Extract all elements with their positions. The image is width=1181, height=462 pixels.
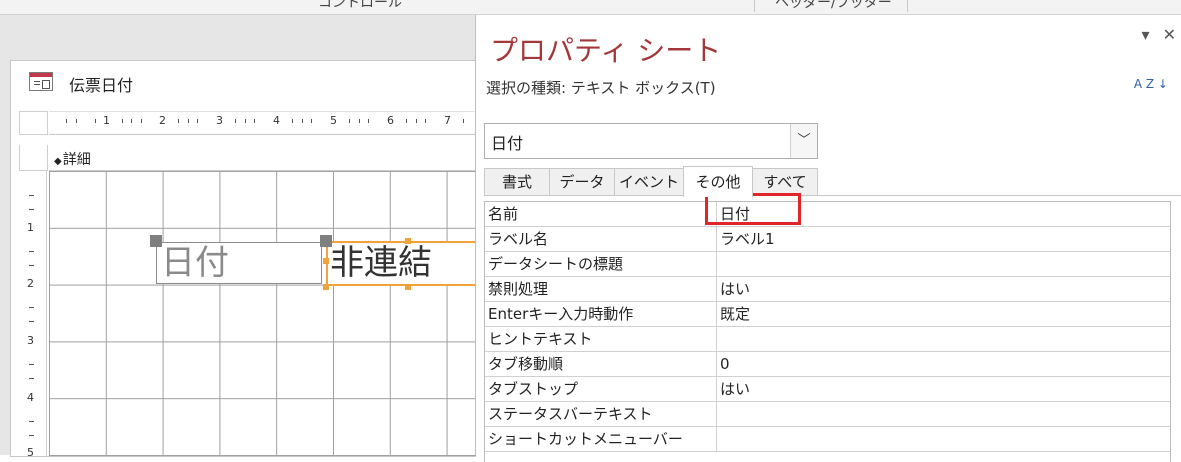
section-arrow-icon: ◆	[54, 156, 62, 167]
vertical-ruler[interactable]: 1 2 3 4 5	[19, 171, 47, 459]
tab-all[interactable]: すべて	[752, 168, 818, 196]
property-value[interactable]: ラベル1	[717, 227, 1170, 252]
detail-design-grid[interactable]	[49, 171, 476, 456]
property-row[interactable]: データシートの標題	[485, 252, 1170, 277]
tab-other[interactable]: その他	[683, 166, 753, 197]
ruler-number: 1	[27, 221, 34, 234]
detail-section-bar[interactable]: ◆詳細	[49, 145, 476, 171]
property-name: ショートカットメニューバー	[485, 427, 717, 452]
property-name: ラベル名	[485, 227, 717, 252]
label-control-selected[interactable]: 非連結	[326, 241, 492, 286]
property-value[interactable]	[717, 427, 1170, 452]
ribbon-separator	[754, 0, 755, 12]
move-handle[interactable]	[150, 235, 162, 247]
property-value[interactable]	[717, 252, 1170, 277]
form-title: 伝票日付	[69, 76, 134, 95]
property-sheet: プロパティ シート ▾ ✕ 選択の種類: テキスト ボックス(T) A Z ↓ …	[475, 15, 1181, 462]
property-name: ヒントテキスト	[485, 327, 717, 352]
property-row[interactable]: 名前 日付	[485, 202, 1170, 227]
ruler-number: 1	[103, 114, 110, 127]
form-titlebar: 伝票日付	[11, 61, 476, 103]
ribbon-group-controls: コントロール	[318, 0, 402, 11]
property-value[interactable]: 日付	[717, 202, 1170, 227]
close-icon[interactable]: ✕	[1163, 25, 1176, 44]
property-row[interactable]: タブ移動順 0	[485, 352, 1170, 377]
control-selector-combo[interactable]: 日付 ﹀	[484, 123, 818, 159]
ruler-number: 6	[387, 114, 394, 127]
property-name: 名前	[485, 202, 717, 227]
ribbon-group-header-footer: ヘッダー/フッター	[775, 0, 892, 11]
textbox-control[interactable]: 日付	[156, 242, 322, 284]
property-name: データシートの標題	[485, 252, 717, 277]
form-icon	[29, 72, 53, 91]
property-name: タブ移動順	[485, 352, 717, 377]
property-name: タブストップ	[485, 377, 717, 402]
ruler-number: 5	[330, 114, 337, 127]
property-row[interactable]: ヒントテキスト	[485, 327, 1170, 352]
ruler-number: 4	[273, 114, 280, 127]
resize-handle[interactable]	[323, 284, 329, 290]
resize-handle[interactable]	[405, 238, 411, 244]
property-sheet-title: プロパティ シート	[490, 34, 722, 67]
ruler-number: 3	[27, 334, 34, 347]
dropdown-menu-icon[interactable]: ▾	[1141, 25, 1149, 44]
property-row[interactable]: ラベル名 ラベル1	[485, 227, 1170, 252]
property-value[interactable]: はい	[717, 277, 1170, 302]
ruler-number: 4	[27, 391, 34, 404]
tab-divider	[484, 195, 1181, 196]
work-area: 伝票日付 1 2 3 4 5 6 7 ◆詳細 1 2 3 4 5 日付 非連結	[0, 15, 492, 459]
move-handle[interactable]	[320, 235, 332, 247]
property-name: Enterキー入力時動作	[485, 302, 717, 327]
sort-az-icon[interactable]: A Z ↓	[1134, 78, 1168, 90]
property-row[interactable]: Enterキー入力時動作 既定	[485, 302, 1170, 327]
tab-format[interactable]: 書式	[484, 168, 550, 196]
property-name: ステータスバーテキスト	[485, 402, 717, 427]
tab-data[interactable]: データ	[549, 168, 615, 196]
ruler-number: 2	[159, 114, 166, 127]
property-tabs: 書式 データ イベント その他 すべて	[484, 166, 1181, 197]
property-value[interactable]: はい	[717, 377, 1170, 402]
property-value[interactable]: 0	[717, 352, 1170, 377]
property-value[interactable]	[717, 402, 1170, 427]
section-label-detail: 詳細	[62, 152, 91, 168]
horizontal-ruler[interactable]: 1 2 3 4 5 6 7	[49, 111, 476, 135]
property-row[interactable]: 禁則処理 はい	[485, 277, 1170, 302]
property-value[interactable]	[717, 327, 1170, 352]
control-selector-value: 日付	[491, 134, 524, 153]
tab-event[interactable]: イベント	[614, 168, 684, 196]
resize-handle[interactable]	[405, 284, 411, 290]
ruler-corner[interactable]	[19, 111, 48, 135]
ruler-number: 7	[444, 114, 451, 127]
property-value[interactable]: 既定	[717, 302, 1170, 327]
selection-type-label: 選択の種類: テキスト ボックス(T)	[486, 79, 716, 97]
property-name: 禁則処理	[485, 277, 717, 302]
property-row[interactable]: タブストップ はい	[485, 377, 1170, 402]
section-selector[interactable]	[19, 145, 48, 171]
resize-handle[interactable]	[323, 258, 329, 264]
property-row[interactable]: ショートカットメニューバー	[485, 427, 1170, 452]
ribbon-separator	[907, 0, 908, 12]
ribbon: コントロール ヘッダー/フッター	[0, 0, 1181, 15]
property-row[interactable]: ステータスバーテキスト	[485, 402, 1170, 427]
chevron-down-icon[interactable]: ﹀	[790, 124, 817, 158]
ruler-number: 5	[27, 446, 34, 459]
property-grid: 名前 日付 ラベル名 ラベル1 データシートの標題 禁則処理 はい Enterキ…	[484, 201, 1171, 462]
ruler-number: 2	[27, 277, 34, 290]
ruler-number: 3	[216, 114, 223, 127]
